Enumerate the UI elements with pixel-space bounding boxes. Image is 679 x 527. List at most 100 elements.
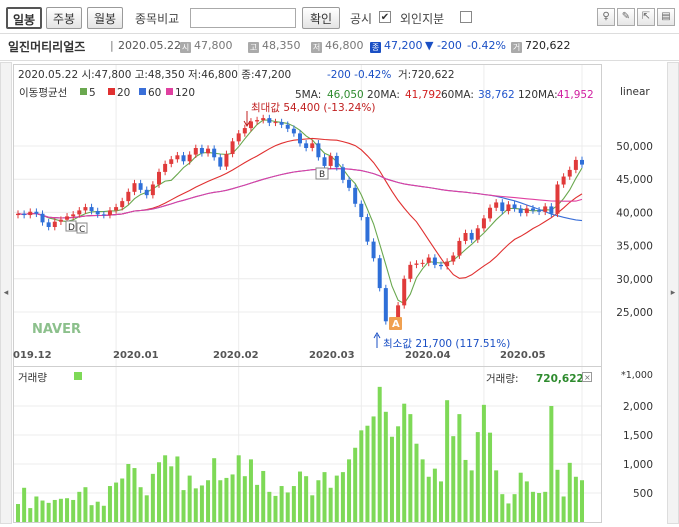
volume-bar bbox=[248, 459, 253, 522]
candle-body bbox=[506, 204, 511, 212]
volume-bar bbox=[46, 502, 51, 522]
scroll-right-handle[interactable]: ▸ bbox=[667, 62, 679, 524]
volume-field: 거 720,622 bbox=[511, 39, 571, 53]
ma60-label: 60 bbox=[148, 87, 161, 99]
candle-body bbox=[71, 214, 76, 217]
candle-body bbox=[475, 228, 480, 240]
candle-body bbox=[537, 210, 542, 212]
volume-bar bbox=[396, 426, 401, 522]
volume-bar bbox=[120, 478, 125, 522]
candle-body bbox=[414, 263, 419, 265]
candle-body bbox=[408, 264, 413, 279]
volume-bar bbox=[261, 470, 266, 522]
candle-body bbox=[199, 147, 204, 154]
volume-bar bbox=[426, 476, 431, 522]
ma20-label: 20 bbox=[117, 87, 130, 99]
candle-body bbox=[83, 207, 88, 211]
candle-body bbox=[439, 264, 443, 267]
volume-swatch bbox=[74, 372, 82, 380]
candle-body bbox=[40, 213, 45, 223]
marker-d-label: D bbox=[68, 223, 75, 233]
volume-bar bbox=[71, 499, 76, 522]
volume-bar bbox=[420, 459, 425, 522]
candle-body bbox=[28, 211, 33, 216]
foreign-checkbox[interactable] bbox=[460, 11, 472, 23]
candle-body bbox=[322, 157, 327, 166]
candle-body bbox=[132, 183, 137, 192]
price-tick-label: 30,000 bbox=[616, 274, 653, 286]
volume-icon: 거 bbox=[511, 42, 522, 53]
high-icon: 고 bbox=[248, 42, 259, 53]
volume-bar bbox=[383, 411, 388, 522]
candle-body bbox=[371, 241, 376, 259]
volume-bar bbox=[16, 504, 20, 522]
candle-body bbox=[494, 202, 499, 208]
ma120-value: 41,952 bbox=[557, 89, 594, 101]
volume-bar bbox=[34, 496, 39, 522]
marker-b-label: B bbox=[319, 170, 325, 180]
candle-body bbox=[255, 120, 260, 122]
volume-bar bbox=[359, 430, 364, 522]
candle-body bbox=[383, 288, 388, 322]
ma20-swatch bbox=[108, 88, 115, 95]
volume-bar bbox=[408, 414, 413, 522]
cursor-icon[interactable]: ⇱ bbox=[637, 8, 655, 26]
volume-bar bbox=[580, 480, 584, 522]
candle-body bbox=[481, 218, 486, 229]
change-percent: -0.42% bbox=[467, 39, 506, 52]
candle-body bbox=[181, 155, 186, 162]
candle-body bbox=[261, 118, 266, 121]
volume-bar bbox=[377, 386, 382, 522]
volume-bar bbox=[530, 491, 535, 522]
volume-bar bbox=[107, 486, 112, 522]
volume-bar bbox=[500, 494, 505, 522]
ma60-value-label: 60MA: bbox=[441, 89, 474, 101]
candle-body bbox=[328, 155, 333, 166]
ma120-swatch bbox=[166, 88, 173, 95]
candle-body bbox=[279, 122, 284, 125]
compare-input[interactable] bbox=[190, 8, 296, 28]
max-annotation: 최대값 54,400 (-13.24%) bbox=[251, 102, 375, 114]
ma20-value-label: 20MA: bbox=[367, 89, 400, 101]
volume-bar bbox=[199, 485, 204, 522]
volume-bar bbox=[340, 472, 345, 522]
volume-bar bbox=[475, 432, 480, 522]
candle-body bbox=[488, 207, 493, 219]
daily-tab[interactable]: 일봉 bbox=[6, 7, 42, 29]
open-icon: 시 bbox=[180, 42, 191, 53]
volume-bar bbox=[242, 476, 247, 522]
volume-bar bbox=[549, 406, 554, 522]
candle-body bbox=[77, 210, 82, 215]
candle-body bbox=[224, 153, 229, 167]
tip-icon[interactable]: ♀ bbox=[597, 8, 615, 26]
ma120-label: 120 bbox=[175, 87, 195, 99]
scroll-left-handle[interactable]: ◂ bbox=[0, 62, 12, 524]
monthly-tab[interactable]: 월봉 bbox=[87, 7, 123, 29]
close-x-icon: × bbox=[584, 373, 591, 382]
stock-name: 일진머티리얼즈 bbox=[8, 40, 86, 54]
pencil-icon[interactable]: ✎ bbox=[617, 8, 635, 26]
volume-bar bbox=[567, 462, 572, 522]
ma-title: 이동평균선 bbox=[19, 87, 67, 99]
settings-icon[interactable]: ▤ bbox=[657, 8, 675, 26]
stock-chart: 50,000 45,000 40,000 35,000 30,000 25,000 2,0… bbox=[13, 64, 653, 523]
volume-bar bbox=[439, 481, 443, 522]
candle-body bbox=[580, 159, 584, 165]
volume-bar bbox=[175, 456, 180, 522]
confirm-button[interactable]: 확인 bbox=[302, 7, 340, 29]
candle-body bbox=[353, 187, 358, 204]
disclosure-checkbox[interactable]: ✔ bbox=[379, 11, 391, 23]
candle-body bbox=[445, 261, 450, 267]
compare-label: 종목비교 bbox=[135, 12, 180, 26]
volume-bar bbox=[28, 508, 33, 522]
volume-tick-label: 2,000 bbox=[623, 401, 653, 413]
candle-body bbox=[359, 203, 364, 218]
marker-a-label: A bbox=[392, 319, 400, 330]
candle-body bbox=[291, 128, 296, 134]
candle-body bbox=[114, 207, 119, 211]
x-tick-label: 2020.02 bbox=[213, 350, 259, 361]
volume-tick-label: 1,500 bbox=[623, 430, 653, 442]
weekly-tab[interactable]: 주봉 bbox=[46, 7, 82, 29]
volume-bar bbox=[52, 499, 57, 522]
candle-body bbox=[169, 159, 174, 164]
